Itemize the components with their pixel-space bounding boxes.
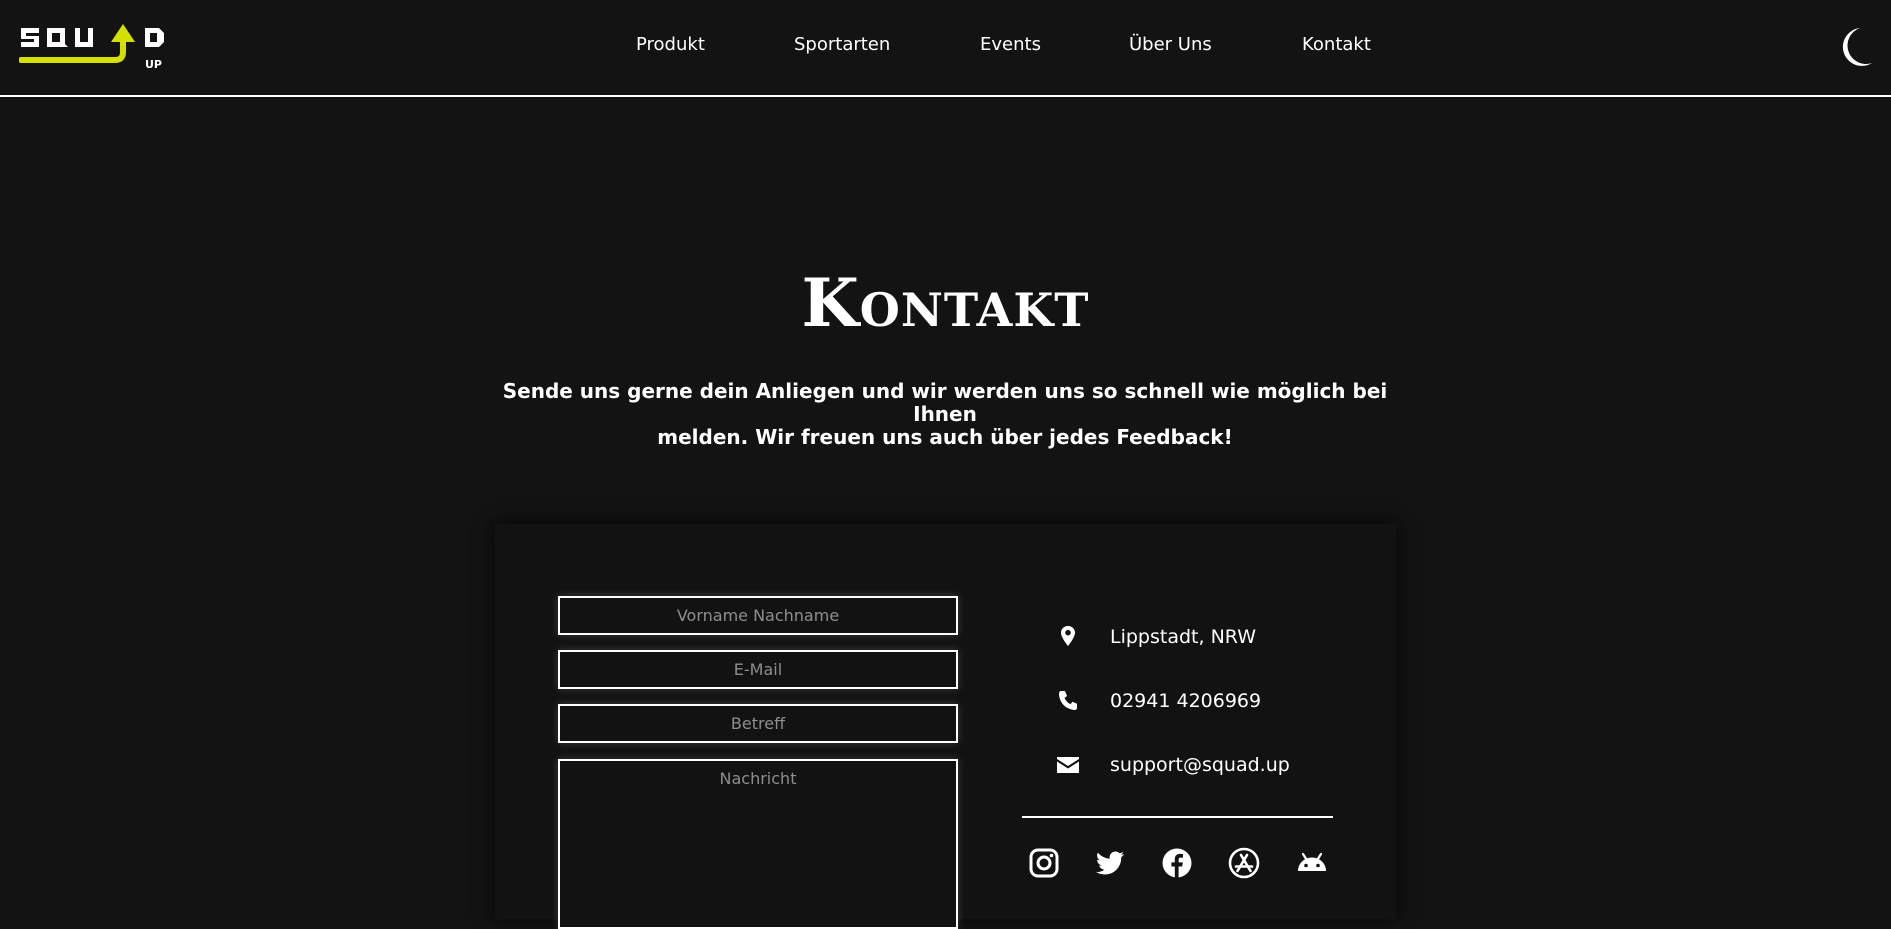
nav-item-sportarten[interactable]: Sportarten <box>794 34 890 55</box>
message-textarea[interactable] <box>558 759 958 929</box>
subtitle-line-1: Sende uns gerne dein Anliegen und wir we… <box>502 379 1388 426</box>
email-input[interactable] <box>558 650 958 689</box>
name-input[interactable] <box>558 596 958 635</box>
twitter-link[interactable] <box>1094 847 1126 879</box>
phone-icon <box>1059 691 1077 710</box>
contact-phone-text: 02941 4206969 <box>1110 690 1262 712</box>
top-navigation-bar: UP Produkt Sportarten Events Über Uns Ko… <box>0 0 1891 97</box>
android-link[interactable] <box>1295 847 1327 879</box>
nav-item-produkt[interactable]: Produkt <box>636 34 705 55</box>
page-title: Kontakt <box>801 264 1090 342</box>
facebook-link[interactable] <box>1161 847 1193 879</box>
nav-item-kontakt[interactable]: Kontakt <box>1302 34 1371 55</box>
envelope-icon <box>1057 757 1079 773</box>
map-pin-icon <box>1061 626 1075 646</box>
nav-item-events[interactable]: Events <box>980 34 1041 55</box>
android-icon <box>1298 852 1326 871</box>
moon-icon <box>1842 28 1872 66</box>
main-nav: Produkt Sportarten Events Über Uns Konta… <box>0 34 1891 58</box>
instagram-icon <box>1029 848 1059 878</box>
contact-email-text: support@squad.up <box>1110 754 1290 776</box>
app-store-icon <box>1228 847 1260 879</box>
dark-mode-toggle[interactable] <box>1836 26 1874 68</box>
contact-location-text: Lippstadt, NRW <box>1110 626 1256 648</box>
facebook-icon <box>1162 848 1192 878</box>
contact-divider <box>1022 816 1333 818</box>
svg-text:UP: UP <box>145 58 162 71</box>
instagram-link[interactable] <box>1028 847 1060 879</box>
subtitle-line-2: melden. Wir freuen uns auch über jedes F… <box>657 425 1233 449</box>
twitter-icon <box>1096 851 1124 875</box>
app-store-link[interactable] <box>1228 847 1260 879</box>
subject-input[interactable] <box>558 704 958 743</box>
page-subtitle: Sende uns gerne dein Anliegen und wir we… <box>495 380 1395 449</box>
nav-item-ueber-uns[interactable]: Über Uns <box>1129 34 1212 55</box>
